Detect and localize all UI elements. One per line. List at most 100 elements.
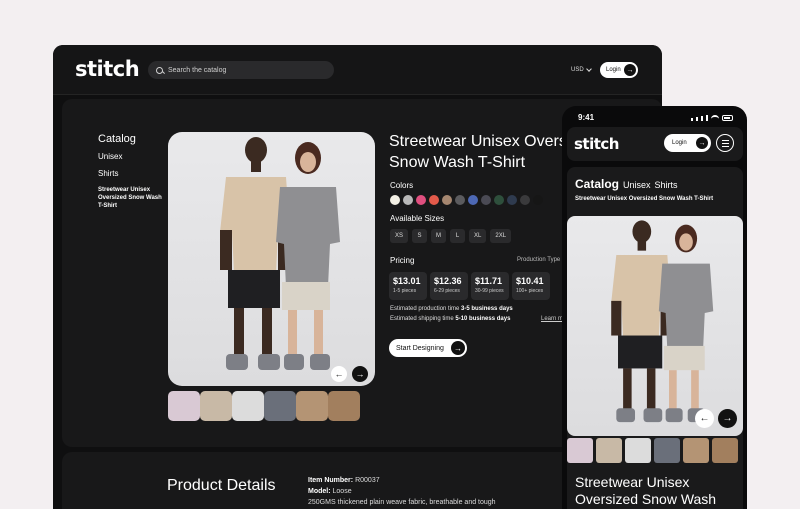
color-swatch-11[interactable] [520,195,530,205]
color-swatches [390,195,543,205]
price-quantity: 1-5 pieces [393,288,417,294]
price-value: $12.36 [434,276,462,286]
production-time-value: 3-5 business days [461,306,513,312]
product-hero-image [168,132,375,386]
sidebar-item-catalog[interactable]: Catalog [98,133,164,145]
shipping-time: Estimated shipping time 5-10 business da… [390,316,510,322]
price-quantity: 30-99 pieces [475,288,504,294]
catalog-sidebar: Catalog Unisex Shirts Streetwear Unisex … [98,133,164,210]
product-title-line-1: Streetwear Unisex Overs [389,133,567,150]
price-quantity: 100+ pieces [516,288,544,294]
arrow-right-icon: → [451,341,465,355]
thumbnail-5[interactable] [296,391,328,421]
wifi-icon [711,115,719,121]
pricing-label: Pricing [390,256,415,265]
arrow-right-icon: → [624,64,636,76]
mobile-title-line-2: Oversized Snow Wash [575,491,717,507]
mobile-brand-logo[interactable]: stitch [574,135,619,153]
model-label: Model: [308,488,331,495]
price-tier-2: $12.36 6-29 pieces [430,272,468,300]
search-placeholder: Search the catalog [168,66,227,74]
signal-icon [701,116,703,121]
mobile-title-line-1: Streetwear Unisex [575,474,690,490]
size-m[interactable]: M [431,229,447,243]
fabric-description: 250GMS thickened plain weave fabric, bre… [308,499,496,506]
mobile-nav-shirts[interactable]: Shirts [655,180,678,190]
thumbnail-2[interactable] [596,438,622,463]
signal-icon [696,117,698,121]
sidebar-item-current-product[interactable]: Streetwear Unisex Oversized Snow Wash T-… [98,186,164,210]
product-title-line-2: Snow Wash T-Shirt [389,154,526,171]
size-2xl[interactable]: 2XL [490,229,512,243]
thumbnail-3[interactable] [232,391,264,421]
color-swatch-10[interactable] [507,195,517,205]
product-details-heading: Product Details [167,477,276,494]
thumbnail-1[interactable] [567,438,593,463]
models-photo [611,220,714,423]
color-swatch-1[interactable] [390,195,400,205]
thumbnail-6[interactable] [328,391,360,421]
size-xs[interactable]: XS [390,229,409,243]
mobile-breadcrumb: Streetwear Unisex Oversized Snow Wash T-… [575,196,714,202]
item-number-label: Item Number: [308,477,354,484]
status-time: 9:41 [578,113,595,122]
shipping-time-label: Estimated shipping time [390,316,454,322]
thumbnail-1[interactable] [168,391,200,421]
production-type-label[interactable]: Production Type [517,257,560,263]
color-swatch-4[interactable] [429,195,439,205]
login-label: Login [606,67,621,73]
thumbnail-4[interactable] [264,391,296,421]
size-xl[interactable]: XL [469,229,487,243]
hamburger-menu-icon[interactable] [716,134,734,152]
color-swatch-7[interactable] [468,195,478,205]
currency-value: USD [571,67,584,73]
size-options: XS S M L XL 2XL [390,229,512,243]
thumbnail-6[interactable] [712,438,738,463]
search-input[interactable]: Search the catalog [148,61,334,79]
colors-label: Colors [390,181,414,190]
sidebar-item-unisex[interactable]: Unisex [98,152,164,161]
price-tier-1: $13.01 1-5 pieces [389,272,427,300]
size-l[interactable]: L [450,229,466,243]
sidebar-item-shirts[interactable]: Shirts [98,169,164,178]
model-value: Loose [332,488,352,495]
production-time-label: Estimated production time [390,306,460,312]
price-tiers: $13.01 1-5 pieces $12.36 6-29 pieces $11… [389,272,550,300]
thumbnail-2[interactable] [200,391,232,421]
mobile-nav-unisex[interactable]: Unisex [623,180,651,190]
color-swatch-5[interactable] [442,195,452,205]
shipping-time-value: 5-10 business days [455,316,511,322]
size-s[interactable]: S [412,229,428,243]
mobile-carousel-controls: ← → [695,409,737,428]
start-designing-label: Start Designing [396,344,444,352]
arrow-right-icon[interactable]: → [352,366,368,382]
status-icons [691,115,733,121]
color-swatch-12[interactable] [533,195,543,205]
brand-logo[interactable]: stitch [75,57,140,81]
mobile-login-button[interactable]: Login → [664,134,711,152]
arrow-right-icon[interactable]: → [718,409,737,428]
thumbnail-4[interactable] [654,438,680,463]
mobile-hero-image [567,216,743,436]
color-swatch-9[interactable] [494,195,504,205]
start-designing-button[interactable]: Start Designing → [389,339,467,357]
signal-icon [706,115,708,121]
product-details-info: Item Number: R00037 Model: Loose 250GMS … [308,475,496,508]
arrow-left-icon[interactable]: ← [331,366,347,382]
thumbnail-3[interactable] [625,438,651,463]
item-number-value: R00037 [355,477,380,484]
mobile-nav-catalog[interactable]: Catalog [575,177,619,191]
thumbnail-5[interactable] [683,438,709,463]
color-swatch-3[interactable] [416,195,426,205]
currency-select[interactable]: USD [571,66,592,73]
mobile-device: 9:41 stitch Login → Catalog Unisex Shirt… [562,106,747,509]
learn-more-link[interactable]: Learn m [541,316,563,322]
models-photo [220,137,340,370]
arrow-left-icon[interactable]: ← [695,409,714,428]
login-button[interactable]: Login → [600,62,638,78]
color-swatch-6[interactable] [455,195,465,205]
price-tier-4: $10.41 100+ pieces [512,272,550,300]
arrow-right-icon: → [696,137,708,149]
color-swatch-2[interactable] [403,195,413,205]
color-swatch-8[interactable] [481,195,491,205]
